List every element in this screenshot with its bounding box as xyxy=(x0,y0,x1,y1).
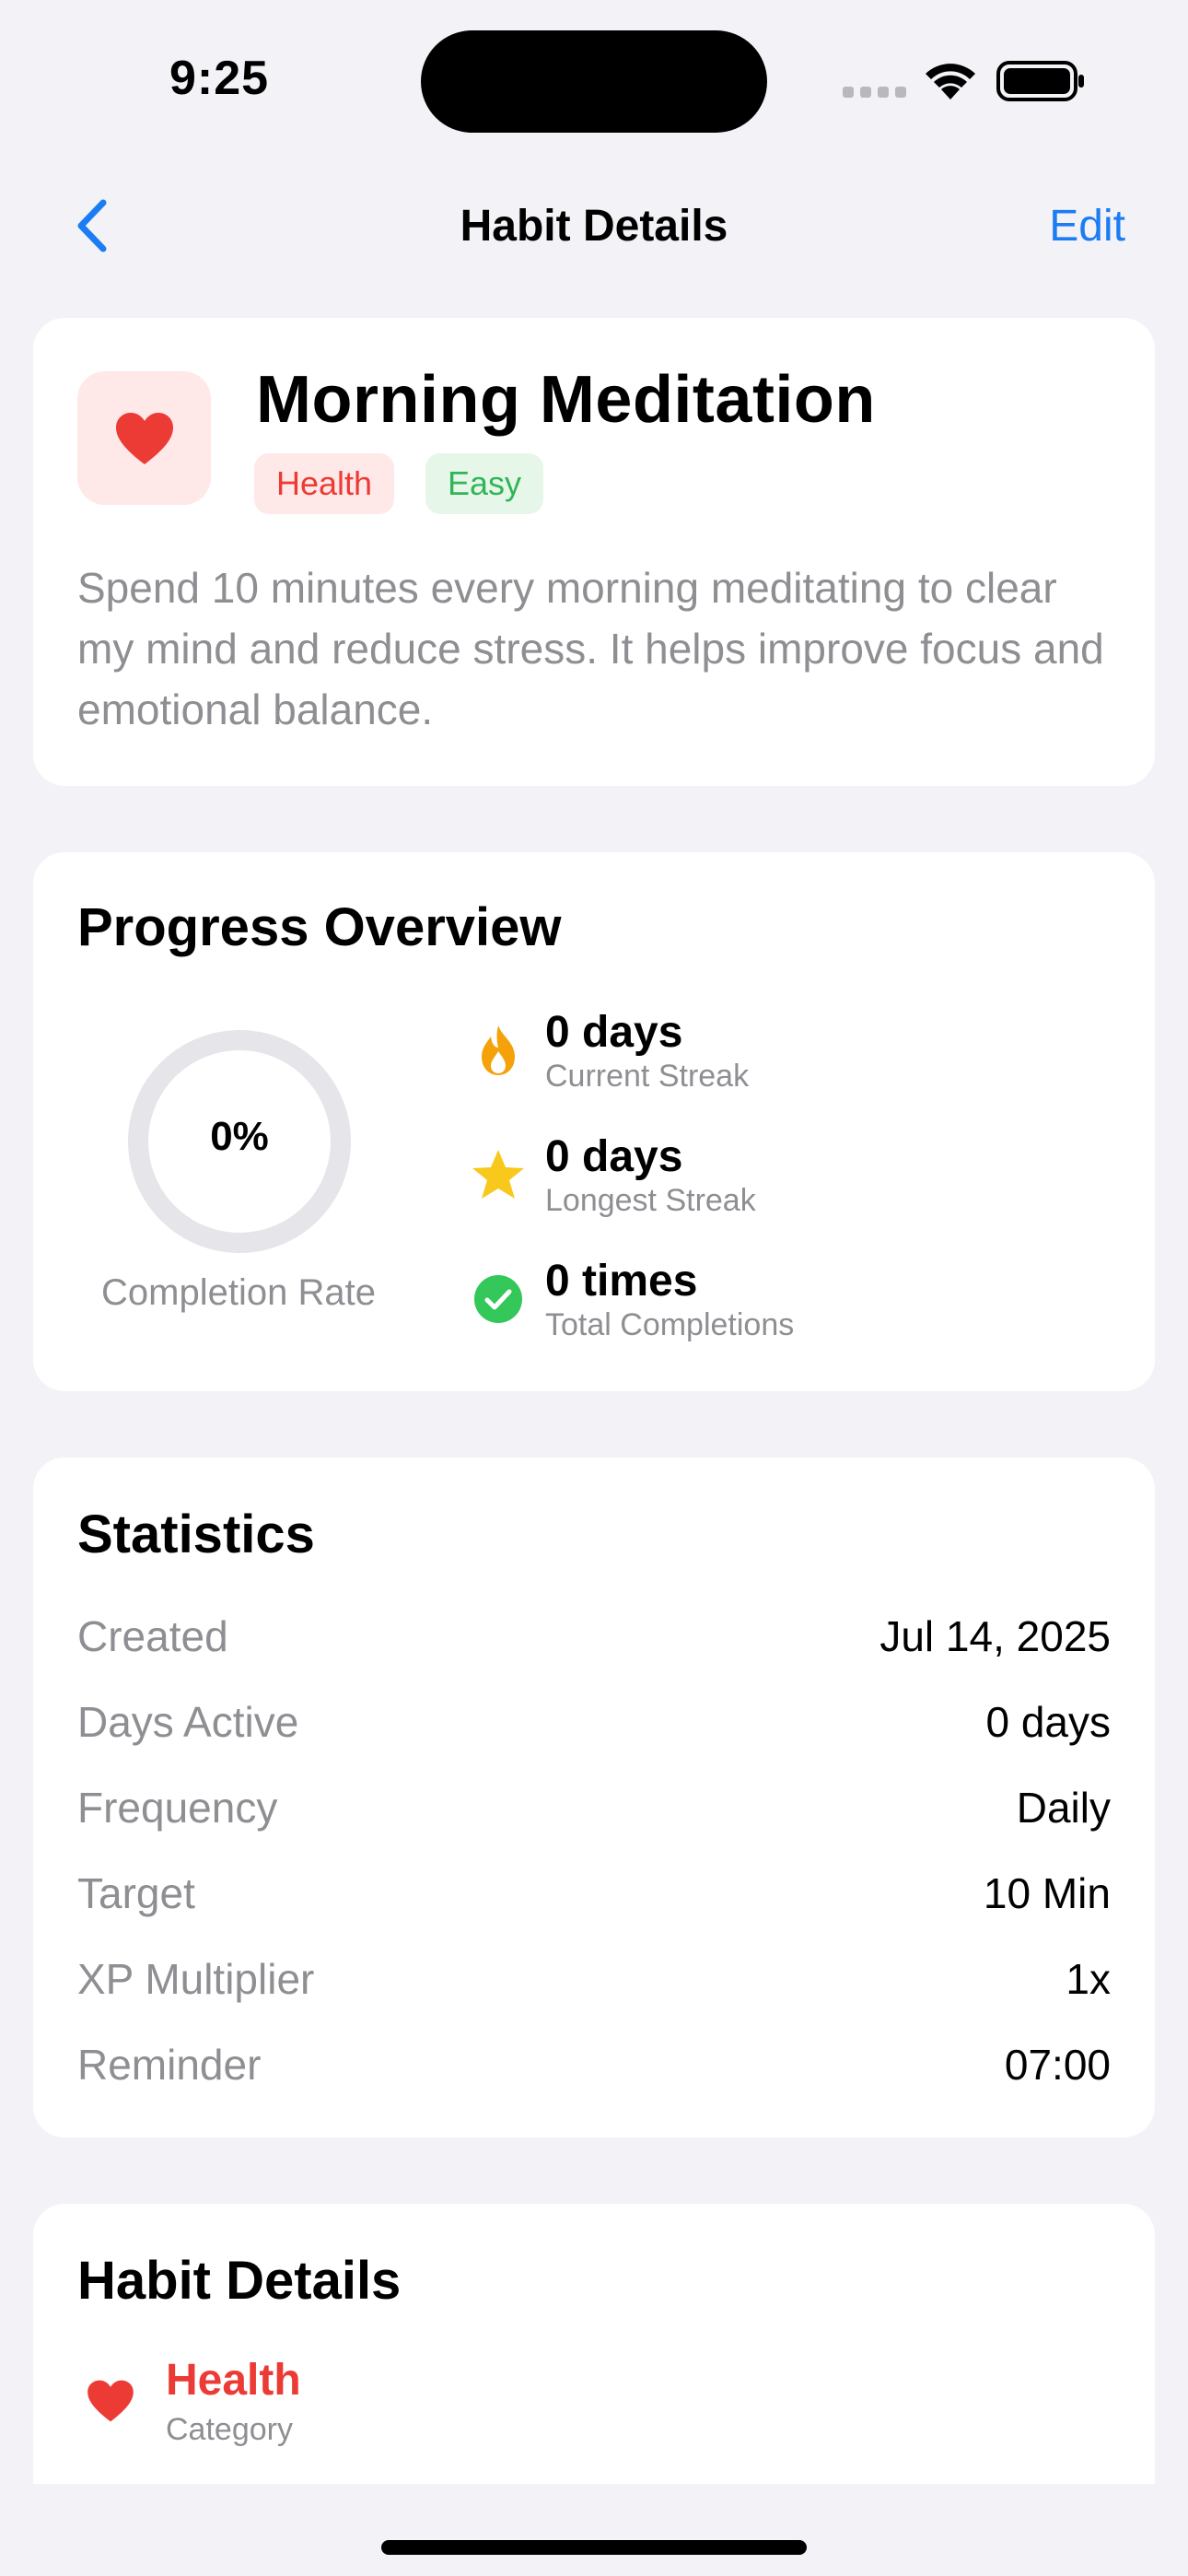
habit-description: Spend 10 minutes every morning meditatin… xyxy=(77,564,1104,733)
stat-value: 0 days xyxy=(985,1698,1111,1746)
progress-overview-card: Progress Overview 0% Completion Rate 0 d… xyxy=(33,852,1155,1391)
star-icon xyxy=(466,1142,530,1207)
status-time: 9:25 xyxy=(169,52,270,105)
stat-row-created: Created Jul 14, 2025 xyxy=(77,1603,1111,1669)
longest-streak-value: 0 days xyxy=(545,1132,683,1181)
habit-icon-tile xyxy=(77,371,211,505)
completion-rate-value: 0% xyxy=(210,1114,269,1159)
bottom-safe-area xyxy=(0,2484,1188,2576)
edit-button[interactable]: Edit xyxy=(1049,201,1125,252)
completion-ring: 0% xyxy=(127,1029,352,1254)
home-indicator[interactable] xyxy=(381,2540,807,2555)
total-completions-value: 0 times xyxy=(545,1257,698,1306)
dynamic-island xyxy=(421,30,767,133)
battery-icon xyxy=(996,61,1084,101)
stat-key: Frequency xyxy=(77,1784,278,1832)
stat-key: Reminder xyxy=(77,2041,262,2089)
difficulty-badge: Easy xyxy=(425,453,544,514)
habit-details-header: Habit Details xyxy=(77,2251,402,2311)
longest-streak-label: Longest Streak xyxy=(545,1183,756,1218)
total-completions-label: Total Completions xyxy=(545,1307,795,1342)
completion-rate-label: Completion Rate xyxy=(101,1272,376,1313)
screen: 9:25 Habit Details Edit Morning Meditati… xyxy=(0,0,1188,2576)
status-bar: 9:25 xyxy=(0,0,1188,147)
statistics-header: Statistics xyxy=(77,1505,315,1564)
stat-value: 1x xyxy=(1066,1955,1111,2003)
stat-value: Daily xyxy=(1016,1784,1111,1832)
stat-key: Created xyxy=(77,1612,228,1660)
stat-key: XP Multiplier xyxy=(77,1955,315,2003)
stat-row-frequency: Frequency Daily xyxy=(77,1774,1111,1841)
current-streak-label: Current Streak xyxy=(545,1059,750,1094)
current-streak-value: 0 days xyxy=(545,1008,683,1057)
category-badge: Health xyxy=(254,453,395,514)
stat-row-target: Target 10 Min xyxy=(77,1860,1111,1926)
wifi-icon xyxy=(926,64,975,100)
stat-row-reminder: Reminder 07:00 xyxy=(77,2032,1111,2098)
habit-name: Morning Meditation xyxy=(256,363,876,437)
flame-icon xyxy=(466,1018,530,1083)
stat-value: 10 Min xyxy=(983,1869,1111,1917)
stat-key: Days Active xyxy=(77,1698,299,1746)
stat-value: 07:00 xyxy=(1004,2041,1111,2089)
category-value: Health xyxy=(166,2356,301,2405)
stat-value: Jul 14, 2025 xyxy=(879,1612,1111,1660)
statistics-card: Statistics Created Jul 14, 2025 Days Act… xyxy=(33,1458,1155,2137)
navigation-bar: Habit Details Edit xyxy=(0,166,1188,286)
progress-overview-header: Progress Overview xyxy=(77,897,562,957)
heart-icon xyxy=(77,2368,144,2434)
heart-icon xyxy=(115,412,173,464)
cellular-signal-icon xyxy=(843,87,906,98)
stat-row-xp-multiplier: XP Multiplier 1x xyxy=(77,1946,1111,2012)
page-title: Habit Details xyxy=(460,202,728,251)
stat-key: Target xyxy=(77,1869,195,1917)
checkmark-circle-icon xyxy=(466,1267,530,1331)
habit-summary-card: Morning Meditation Health Easy Spend 10 … xyxy=(33,318,1155,786)
category-label: Category xyxy=(166,2412,293,2447)
stat-row-days-active: Days Active 0 days xyxy=(77,1689,1111,1755)
